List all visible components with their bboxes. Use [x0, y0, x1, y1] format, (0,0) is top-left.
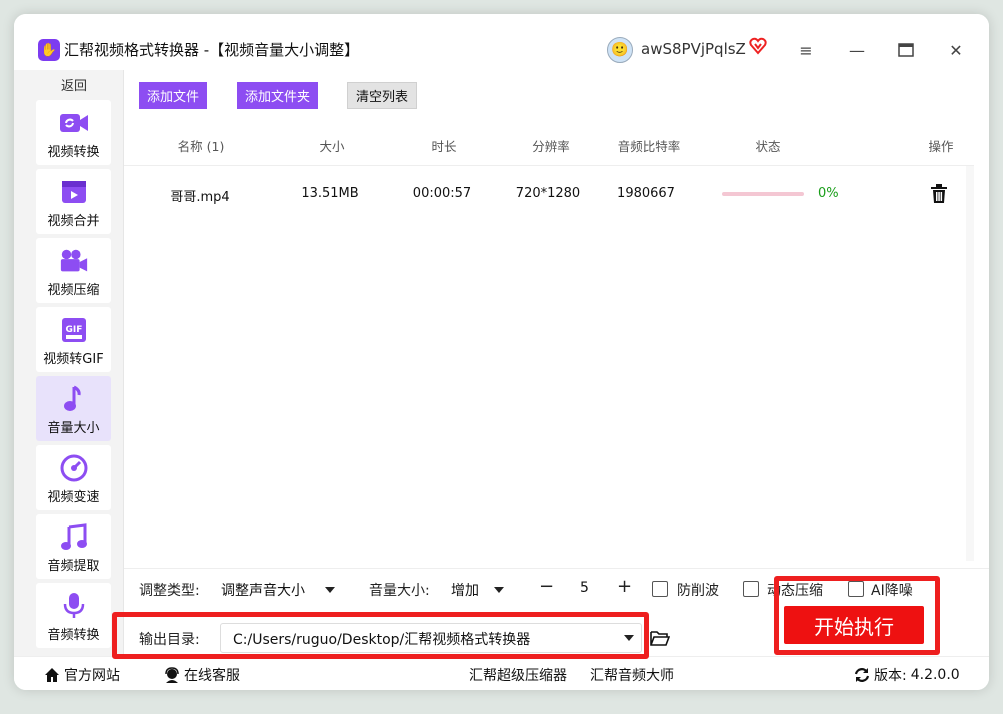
audio-master-link[interactable]: 汇帮音频大师: [590, 665, 674, 685]
official-website-label: 官方网站: [64, 668, 120, 684]
sidebar-item-label: 视频转GIF: [43, 352, 104, 367]
version-info[interactable]: 版本: 4.2.0.0: [854, 665, 960, 685]
microphone-icon: [59, 592, 89, 620]
footer: 官方网站 在线客服 汇帮超级压缩器 汇帮音频大师 版本: 4.2.0.0: [14, 656, 989, 690]
volume-label: 音量大小:: [369, 583, 430, 599]
speedometer-icon: [59, 454, 89, 482]
column-header-status: 状态: [755, 139, 781, 154]
video-compress-icon: [59, 247, 89, 275]
adjust-type-value: 调整声音大小: [221, 583, 305, 599]
music-note-icon: [59, 385, 89, 413]
main-panel: 添加文件 添加文件夹 清空列表 名称 (1) 大小 时长 分辨率 音频比特率 状…: [124, 70, 989, 568]
cell-size: 13.51MB: [301, 186, 359, 201]
sidebar-item-volume[interactable]: 音量大小: [36, 376, 111, 441]
online-support-label: 在线客服: [184, 668, 240, 684]
refresh-icon: [854, 668, 870, 682]
volume-value[interactable]: 5: [580, 580, 589, 596]
decrement-button[interactable]: −: [539, 576, 554, 597]
online-support-link[interactable]: 在线客服: [164, 665, 240, 685]
toolbar: 添加文件 添加文件夹 清空列表: [124, 70, 989, 120]
app-logo-icon: ✋: [38, 39, 60, 61]
folder-open-icon[interactable]: [650, 629, 670, 647]
version-number: 4.2.0.0: [910, 667, 960, 683]
table-header: 名称 (1) 大小 时长 分辨率 音频比特率 状态 操作: [124, 122, 974, 166]
cell-duration: 00:00:57: [412, 186, 472, 201]
column-header-bitrate: 音频比特率: [617, 139, 681, 154]
table-scrollbar[interactable]: [966, 166, 974, 561]
dynamic-compress-checkbox[interactable]: [743, 581, 759, 597]
sidebar-item-video-compress[interactable]: 视频压缩: [36, 238, 111, 303]
maximize-icon[interactable]: [893, 38, 919, 62]
column-header-duration: 时长: [431, 139, 457, 154]
progress-bar: [722, 192, 804, 196]
close-icon[interactable]: ✕: [943, 38, 969, 62]
vip-heart-icon[interactable]: [749, 37, 767, 55]
column-header-action: 操作: [928, 139, 954, 154]
compressor-link[interactable]: 汇帮超级压缩器: [469, 665, 567, 685]
sidebar-item-label: 视频转换: [47, 145, 100, 160]
add-file-button[interactable]: 添加文件: [139, 82, 208, 109]
anti-clip-label: 防削波: [677, 583, 719, 599]
back-button[interactable]: 返回: [34, 76, 114, 98]
menu-icon[interactable]: ≡: [793, 38, 819, 62]
volume-mode-value: 增加: [451, 583, 479, 599]
sidebar-item-audio-convert[interactable]: 音频转换: [36, 583, 111, 648]
sidebar-item-label: 音量大小: [47, 421, 100, 436]
music-extract-icon: [59, 523, 89, 551]
clear-list-button[interactable]: 清空列表: [347, 82, 418, 109]
cell-bitrate: 1980667: [617, 186, 675, 201]
file-table: 名称 (1) 大小 时长 分辨率 音频比特率 状态 操作 哥哥.mp4 13.5…: [124, 122, 974, 562]
sidebar-item-label: 视频变速: [47, 490, 100, 505]
sidebar-item-gif[interactable]: GIF 视频转GIF: [36, 307, 111, 372]
minimize-icon[interactable]: —: [844, 38, 870, 62]
gif-icon: GIF: [59, 316, 89, 344]
support-agent-icon: [165, 667, 179, 683]
sidebar-item-audio-extract[interactable]: 音频提取: [36, 514, 111, 579]
progress-text: 0%: [818, 186, 839, 201]
trash-icon[interactable]: [930, 184, 948, 204]
increment-button[interactable]: +: [617, 576, 632, 597]
sidebar-item-label: 音频提取: [47, 559, 100, 574]
app-title: 汇帮视频格式转换器 -【视频音量大小调整】: [64, 41, 360, 59]
sidebar-item-video-merge[interactable]: 视频合并: [36, 169, 111, 234]
sidebar-item-label: 音频转换: [47, 628, 100, 643]
cell-name: 哥哥.mp4: [170, 190, 230, 205]
cell-resolution: 720*1280: [515, 186, 581, 201]
version-label: 版本:: [874, 668, 907, 684]
anti-clip-checkbox[interactable]: [652, 581, 668, 597]
username[interactable]: awS8PVjPqlsZ: [641, 40, 746, 58]
video-convert-icon: [59, 109, 89, 137]
avatar[interactable]: 🙂: [607, 37, 633, 63]
home-icon: [45, 668, 59, 682]
adjust-type-label: 调整类型:: [139, 583, 200, 599]
output-dir-highlight: [112, 612, 649, 659]
start-button-highlight: [774, 576, 940, 655]
chevron-down-icon: [494, 587, 504, 593]
app-window: ✋ 汇帮视频格式转换器 -【视频音量大小调整】 🙂 awS8PVjPqlsZ ≡…: [14, 14, 989, 690]
sidebar-item-label: 视频压缩: [47, 283, 100, 298]
column-header-size: 大小: [319, 139, 345, 154]
sidebar-item-video-convert[interactable]: 视频转换: [36, 100, 111, 165]
sidebar-item-speed[interactable]: 视频变速: [36, 445, 111, 510]
chevron-down-icon: [325, 587, 335, 593]
sidebar: 返回 视频转换 视频合并 视频压缩 GIF 视频转GIF 音量大小 视频变速 音…: [14, 70, 124, 656]
add-folder-button[interactable]: 添加文件夹: [237, 82, 319, 109]
title-bar: ✋ 汇帮视频格式转换器 -【视频音量大小调整】 🙂 awS8PVjPqlsZ ≡…: [14, 14, 989, 70]
column-header-name: 名称 (1): [177, 139, 225, 154]
official-website-link[interactable]: 官方网站: [44, 665, 120, 685]
column-header-resolution: 分辨率: [532, 139, 570, 154]
sidebar-item-label: 视频合并: [47, 214, 100, 229]
svg-text:GIF: GIF: [65, 325, 82, 335]
video-merge-icon: [59, 178, 89, 206]
